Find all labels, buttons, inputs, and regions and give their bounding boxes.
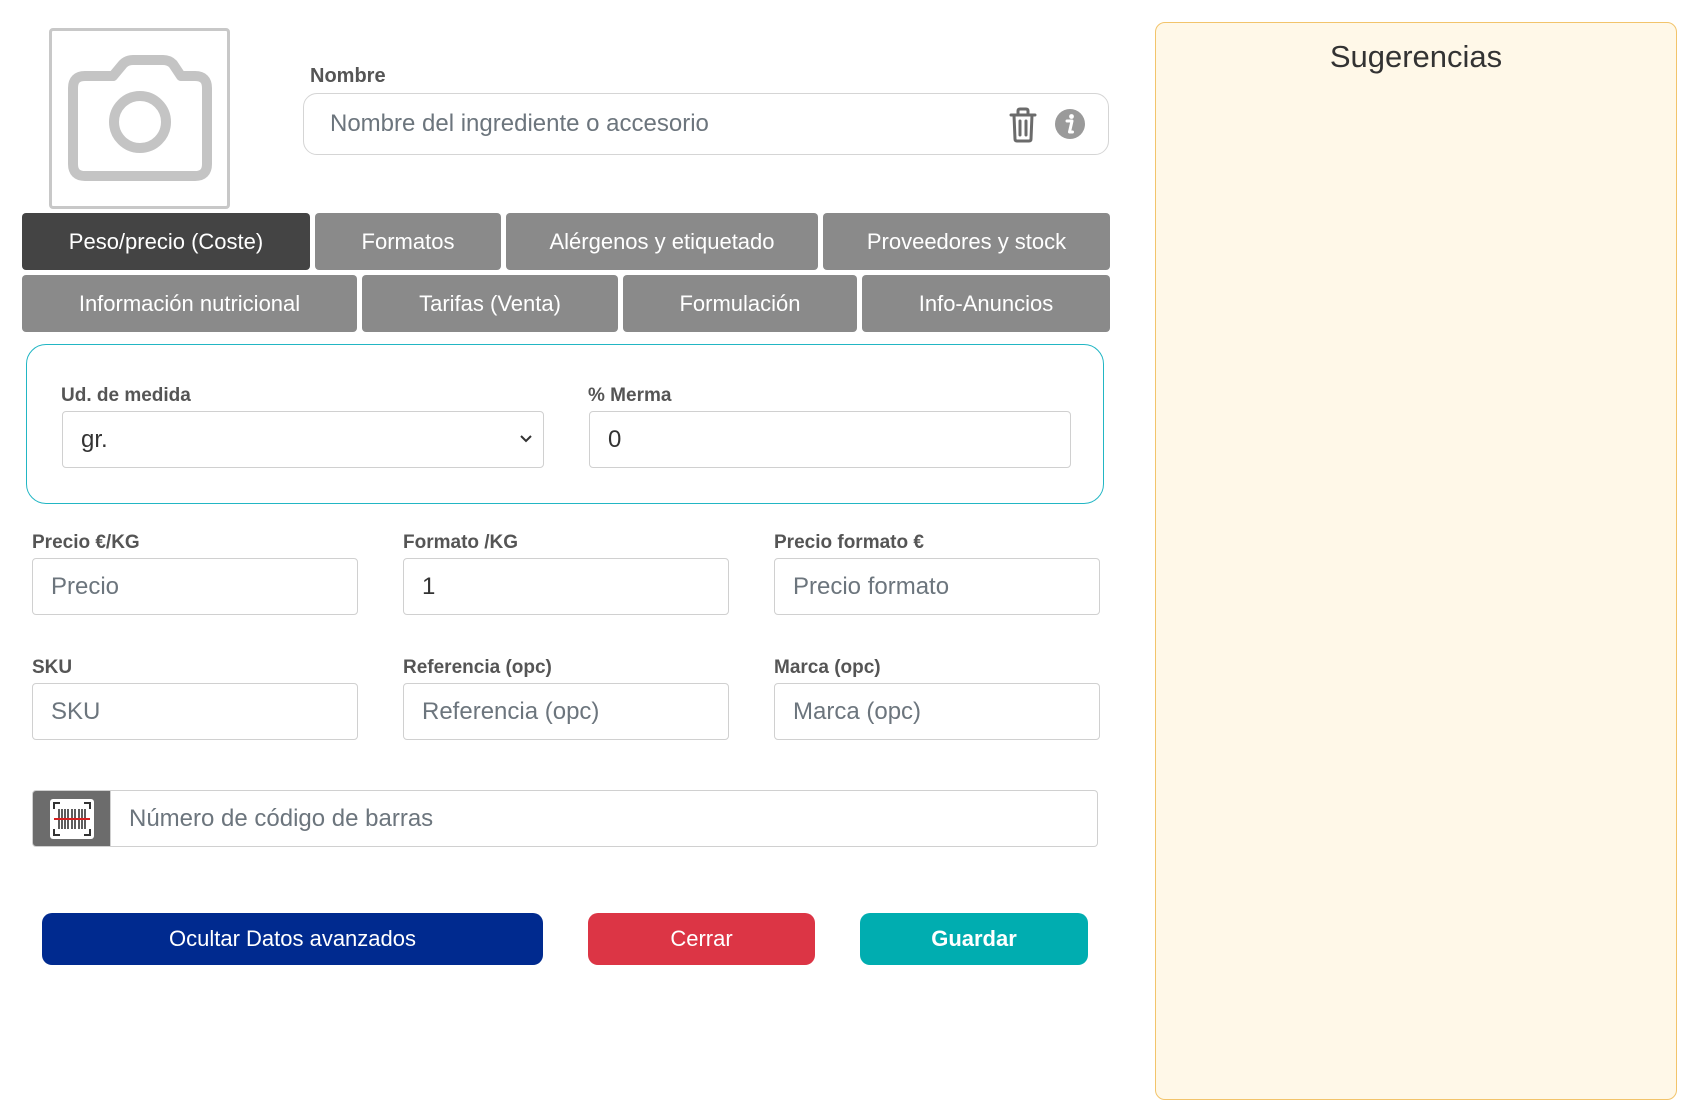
photo-upload[interactable] xyxy=(49,28,230,209)
suggestions-title: Sugerencias xyxy=(1329,39,1503,74)
formato-input[interactable]: 1 xyxy=(403,558,729,615)
barcode-input[interactable]: Número de código de barras xyxy=(110,790,1098,847)
trash-icon[interactable] xyxy=(1007,107,1039,143)
referencia-input[interactable]: Referencia (opc) xyxy=(403,683,729,740)
barcode-scan-icon xyxy=(49,798,94,839)
chevron-down-icon xyxy=(520,435,532,443)
precio-input[interactable]: Precio xyxy=(32,558,358,615)
formato-label: Formato /KG xyxy=(403,532,519,553)
unit-select[interactable]: gr. xyxy=(62,411,544,468)
formato-value: 1 xyxy=(422,572,436,600)
merma-value: 0 xyxy=(608,425,622,453)
name-label: Nombre xyxy=(310,65,386,87)
precio-formato-input[interactable]: Precio formato xyxy=(774,558,1100,615)
camera-icon xyxy=(67,54,212,181)
sku-placeholder: SKU xyxy=(51,697,101,725)
referencia-label: Referencia (opc) xyxy=(403,657,552,678)
toggle-advanced-button[interactable]: Ocultar Datos avanzados xyxy=(42,913,543,965)
tab-info-anuncios[interactable]: Info-Anuncios xyxy=(862,275,1110,332)
sku-input[interactable]: SKU xyxy=(32,683,358,740)
tab-formatos[interactable]: Formatos xyxy=(315,213,501,270)
referencia-placeholder: Referencia (opc) xyxy=(422,697,600,725)
tab-formulacion[interactable]: Formulación xyxy=(623,275,857,332)
tab-alergenos[interactable]: Alérgenos y etiquetado xyxy=(506,213,818,270)
barcode-scan-button[interactable] xyxy=(32,790,111,847)
name-field xyxy=(303,93,1109,155)
tab-informacion-nutricional[interactable]: Información nutricional xyxy=(22,275,357,332)
info-icon[interactable] xyxy=(1054,108,1086,140)
tab-proveedores[interactable]: Proveedores y stock xyxy=(823,213,1110,270)
merma-label: % Merma xyxy=(588,385,672,406)
precio-formato-label: Precio formato € xyxy=(774,532,924,553)
marca-label: Marca (opc) xyxy=(774,657,881,678)
save-button[interactable]: Guardar xyxy=(860,913,1088,965)
unit-label: Ud. de medida xyxy=(61,385,191,406)
unit-value: gr. xyxy=(81,425,108,453)
tab-tarifas[interactable]: Tarifas (Venta) xyxy=(362,275,618,332)
precio-placeholder: Precio xyxy=(51,572,120,600)
marca-placeholder: Marca (opc) xyxy=(793,697,922,725)
suggestions-panel: Sugerencias xyxy=(1155,22,1677,1100)
tab-peso-precio[interactable]: Peso/precio (Coste) xyxy=(22,213,310,270)
precio-label: Precio €/KG xyxy=(32,532,140,553)
name-input[interactable] xyxy=(330,94,970,154)
marca-input[interactable]: Marca (opc) xyxy=(774,683,1100,740)
precio-formato-placeholder: Precio formato xyxy=(793,572,950,600)
sku-label: SKU xyxy=(32,657,73,678)
close-button[interactable]: Cerrar xyxy=(588,913,815,965)
barcode-placeholder: Número de código de barras xyxy=(129,804,434,832)
unit-merma-panel: Ud. de medida gr. % Merma 0 xyxy=(26,344,1104,504)
merma-input[interactable]: 0 xyxy=(589,411,1071,468)
